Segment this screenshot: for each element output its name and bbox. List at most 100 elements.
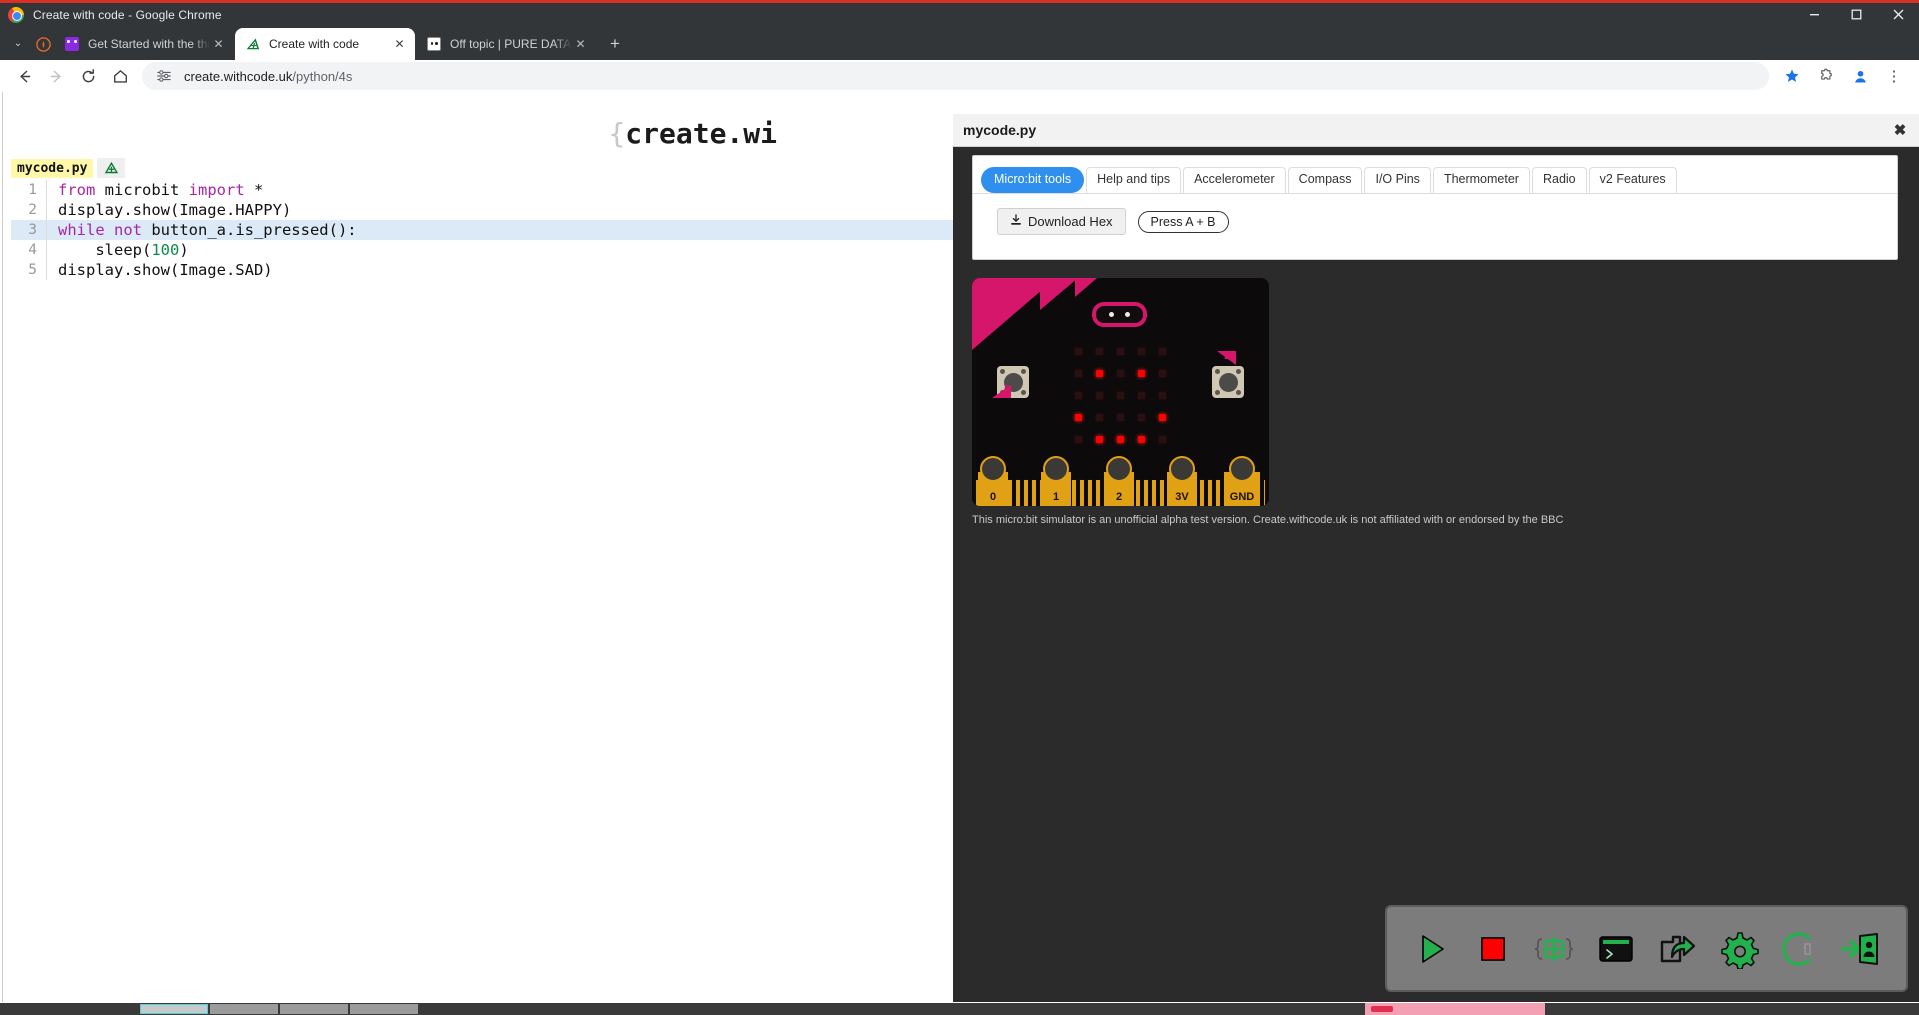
code-editor[interactable]: 1 from microbit import * 2 display.show(… bbox=[11, 180, 1011, 280]
line-number-3: 3 bbox=[11, 220, 47, 240]
microbit-toggle-icon[interactable]: ⨹ bbox=[97, 158, 126, 178]
tab-help-and-tips[interactable]: Help and tips bbox=[1086, 167, 1182, 193]
tab-list-chevron-down-icon[interactable]: ⌄ bbox=[4, 26, 32, 60]
taskbar-item-3[interactable] bbox=[280, 1004, 348, 1014]
forward-button[interactable] bbox=[40, 60, 72, 92]
usb-connector-icon bbox=[1092, 302, 1147, 327]
download-icon bbox=[1010, 214, 1022, 229]
maximize-button[interactable] bbox=[1835, 3, 1877, 26]
led-1-3 bbox=[1138, 369, 1145, 377]
settings-button[interactable] bbox=[1715, 925, 1763, 973]
action-toolbar bbox=[1385, 905, 1908, 992]
tab-thermometer[interactable]: Thermometer bbox=[1432, 167, 1530, 193]
simulator-panel: mycode.py ✖ Micro:bit tools Help and tip… bbox=[953, 114, 1919, 1002]
press-a-b-button[interactable]: Press A + B bbox=[1137, 210, 1229, 233]
pin-gnd[interactable]: GND bbox=[1224, 456, 1260, 506]
stop-button[interactable] bbox=[1469, 925, 1517, 973]
title-bar: Create with code - Google Chrome bbox=[0, 3, 1919, 26]
tab-close-1[interactable]: ✕ bbox=[391, 36, 408, 53]
pin-3v-label: 3V bbox=[1175, 491, 1189, 503]
pin-1[interactable]: 1 bbox=[1041, 456, 1071, 506]
profile-avatar-icon[interactable] bbox=[32, 31, 54, 57]
led-cell-3-2 bbox=[1110, 406, 1131, 428]
extensions-icon[interactable] bbox=[1809, 60, 1843, 92]
tab-title-2: Off topic | PURE DATA for bbox=[450, 37, 572, 51]
login-button[interactable] bbox=[1837, 925, 1885, 973]
tab-accelerometer[interactable]: Accelerometer bbox=[1183, 167, 1286, 193]
microbit-icon: ⨹ bbox=[246, 36, 260, 52]
pin-gnd-label: GND bbox=[1229, 491, 1255, 503]
led-cell-4-3 bbox=[1131, 428, 1152, 450]
taskbar-notification[interactable] bbox=[1365, 1003, 1545, 1015]
taskbar-item-active[interactable] bbox=[140, 1004, 208, 1014]
simulator-close-button[interactable]: ✖ bbox=[1891, 121, 1909, 139]
console-button[interactable] bbox=[1592, 925, 1640, 973]
microbit-tools-button[interactable] bbox=[1530, 925, 1578, 973]
led-cell-3-1 bbox=[1089, 406, 1110, 428]
browser-tab-1[interactable]: ⨹ Create with code ✕ bbox=[235, 28, 415, 60]
browser-tab-0[interactable]: Get Started with the thre ✕ bbox=[54, 28, 234, 60]
led-3-3 bbox=[1138, 413, 1145, 421]
tab-close-2[interactable]: ✕ bbox=[572, 36, 589, 53]
code-line-1[interactable]: 1 from microbit import * bbox=[11, 180, 1011, 200]
code-line-5[interactable]: 5 display.show(Image.SAD) bbox=[11, 260, 1011, 280]
taskbar-item-4[interactable] bbox=[350, 1004, 418, 1014]
chrome-logo-icon bbox=[8, 6, 24, 23]
share-button[interactable] bbox=[1653, 925, 1701, 973]
tab-strip: ⌄ Get Started with the thre ✕ ⨹ Create w… bbox=[0, 26, 1919, 60]
bookmark-star-icon[interactable] bbox=[1775, 60, 1809, 92]
led-cell-2-1 bbox=[1089, 384, 1110, 406]
new-tab-button[interactable]: + bbox=[601, 30, 629, 58]
led-cell-4-0 bbox=[1068, 428, 1089, 450]
pin-0[interactable]: 0 bbox=[978, 456, 1008, 506]
code-line-3[interactable]: 3 while not button_a.is_pressed(): bbox=[11, 220, 1011, 240]
led-0-0 bbox=[1075, 347, 1082, 355]
microbit-board[interactable]: A B 0 1 2 3V GND bbox=[972, 278, 1269, 506]
reload-button[interactable] bbox=[72, 60, 104, 92]
address-bar-url: create.withcode.uk/python/4s bbox=[184, 69, 352, 84]
window-title: Create with code - Google Chrome bbox=[33, 7, 222, 22]
url-path: /python/4s bbox=[292, 68, 353, 84]
home-button[interactable] bbox=[104, 60, 136, 92]
browser-tab-2[interactable]: Off topic | PURE DATA for ✕ bbox=[416, 28, 596, 60]
microbit-button-b[interactable] bbox=[1212, 366, 1244, 398]
chrome-menu-icon[interactable]: ⋮ bbox=[1877, 60, 1911, 92]
line-number-5: 5 bbox=[11, 260, 47, 280]
led-matrix-display bbox=[1068, 340, 1173, 450]
led-cell-1-0 bbox=[1068, 362, 1089, 384]
led-3-1 bbox=[1096, 413, 1103, 421]
close-window-button[interactable] bbox=[1877, 3, 1919, 26]
address-bar[interactable]: create.withcode.uk/python/4s bbox=[142, 62, 1769, 90]
led-cell-1-2 bbox=[1110, 362, 1131, 384]
simulator-disclaimer: This micro:bit simulator is an unofficia… bbox=[972, 514, 1564, 526]
run-button[interactable] bbox=[1408, 925, 1456, 973]
board-accent-triangle-2 bbox=[1040, 278, 1078, 310]
code-line-4[interactable]: 4 sleep(100) bbox=[11, 240, 1011, 260]
taskbar-item-2[interactable] bbox=[210, 1004, 278, 1014]
white-face-icon bbox=[426, 36, 442, 52]
tab-io-pins[interactable]: I/O Pins bbox=[1364, 167, 1431, 193]
back-button[interactable] bbox=[8, 60, 40, 92]
led-cell-2-4 bbox=[1152, 384, 1173, 406]
pin-2[interactable]: 2 bbox=[1104, 456, 1134, 506]
profile-icon[interactable] bbox=[1843, 60, 1877, 92]
led-1-1 bbox=[1096, 369, 1103, 377]
minimize-button[interactable] bbox=[1793, 3, 1835, 26]
led-0-4 bbox=[1159, 347, 1166, 355]
code-line-2[interactable]: 2 display.show(Image.HAPPY) bbox=[11, 200, 1011, 220]
download-hex-button[interactable]: Download Hex bbox=[997, 208, 1126, 235]
tab-v2-features[interactable]: v2 Features bbox=[1588, 167, 1677, 193]
tab-compass[interactable]: Compass bbox=[1287, 167, 1363, 193]
reload-button[interactable] bbox=[1776, 925, 1824, 973]
pin-3v[interactable]: 3V bbox=[1167, 456, 1197, 506]
tab-close-0[interactable]: ✕ bbox=[210, 36, 227, 53]
browser-window: Create with code - Google Chrome ⌄ Get S… bbox=[0, 0, 1919, 1015]
tab-microbit-tools[interactable]: Micro:bit tools bbox=[981, 167, 1085, 193]
site-settings-icon[interactable] bbox=[156, 68, 173, 85]
board-accent-triangle-3 bbox=[1075, 278, 1097, 297]
tab-radio[interactable]: Radio bbox=[1531, 167, 1587, 193]
file-tab-mycode[interactable]: mycode.py bbox=[11, 158, 94, 178]
button-a-label: A bbox=[1003, 383, 1011, 395]
led-4-4 bbox=[1159, 435, 1166, 443]
led-2-2 bbox=[1117, 391, 1124, 399]
